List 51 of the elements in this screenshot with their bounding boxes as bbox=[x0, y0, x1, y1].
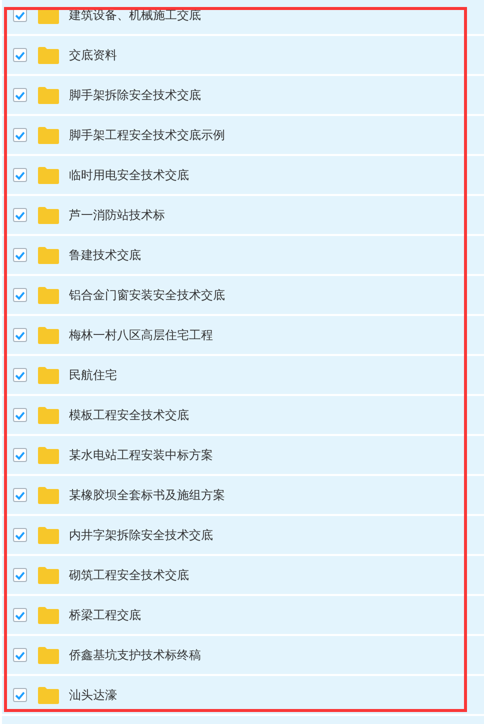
checkbox[interactable] bbox=[13, 408, 27, 422]
folder-name[interactable]: 某水电站工程安装中标方案 bbox=[69, 446, 213, 464]
folder-name[interactable]: 砌筑工程安全技术交底 bbox=[69, 566, 189, 584]
checkbox[interactable] bbox=[13, 248, 27, 262]
checkbox[interactable] bbox=[13, 608, 27, 622]
folder-name[interactable]: 民航住宅 bbox=[69, 366, 117, 384]
folder-name[interactable]: 芦一消防站技术标 bbox=[69, 206, 165, 224]
folder-icon bbox=[38, 686, 59, 704]
folder-name[interactable]: 某橡胶坝全套标书及施组方案 bbox=[69, 486, 225, 504]
checkbox[interactable] bbox=[13, 328, 27, 342]
folder-name[interactable]: 汕头达濠 bbox=[69, 686, 117, 704]
checkbox[interactable] bbox=[13, 648, 27, 662]
checkbox[interactable] bbox=[13, 168, 27, 182]
folder-name[interactable]: 脚手架工程安全技术交底示例 bbox=[69, 126, 225, 144]
checkbox[interactable] bbox=[13, 488, 27, 502]
folder-icon bbox=[38, 406, 59, 424]
checkbox[interactable] bbox=[13, 128, 27, 142]
folder-icon bbox=[38, 206, 59, 224]
folder-name[interactable]: 模板工程安全技术交底 bbox=[69, 406, 189, 424]
checkbox[interactable] bbox=[13, 288, 27, 302]
checkbox[interactable] bbox=[13, 88, 27, 102]
checkbox[interactable] bbox=[13, 688, 27, 702]
folder-name[interactable]: 铝合金门窗安装安全技术交底 bbox=[69, 286, 225, 304]
folder-icon bbox=[38, 46, 59, 64]
folder-name[interactable]: 临时用电安全技术交底 bbox=[69, 166, 189, 184]
folder-icon bbox=[38, 126, 59, 144]
checkbox[interactable] bbox=[13, 368, 27, 382]
folder-name[interactable]: 鲁建技术交底 bbox=[69, 246, 141, 264]
folder-name[interactable]: 桥梁工程交底 bbox=[69, 606, 141, 624]
checkbox[interactable] bbox=[13, 48, 27, 62]
folder-name[interactable]: 交底资料 bbox=[69, 46, 117, 64]
folder-icon bbox=[38, 366, 59, 384]
folder-icon bbox=[38, 606, 59, 624]
checkbox[interactable] bbox=[13, 528, 27, 542]
folder-name[interactable]: 侨鑫基坑支护技术标终稿 bbox=[69, 646, 201, 664]
checkbox[interactable] bbox=[13, 448, 27, 462]
folder-icon bbox=[38, 526, 59, 544]
checkbox[interactable] bbox=[13, 208, 27, 222]
folder-name[interactable]: 梅林一村八区高层住宅工程 bbox=[69, 326, 213, 344]
folder-icon bbox=[38, 646, 59, 664]
folder-name[interactable]: 脚手架拆除安全技术交底 bbox=[69, 86, 201, 104]
folder-icon bbox=[38, 486, 59, 504]
folder-icon bbox=[38, 86, 59, 104]
folder-icon bbox=[38, 326, 59, 344]
folder-icon bbox=[38, 446, 59, 464]
folder-icon bbox=[38, 566, 59, 584]
folder-name[interactable]: 内井字架拆除安全技术交底 bbox=[69, 526, 213, 544]
checkbox[interactable] bbox=[13, 568, 27, 582]
folder-icon bbox=[38, 246, 59, 264]
folder-icon bbox=[38, 286, 59, 304]
folder-icon bbox=[38, 166, 59, 184]
